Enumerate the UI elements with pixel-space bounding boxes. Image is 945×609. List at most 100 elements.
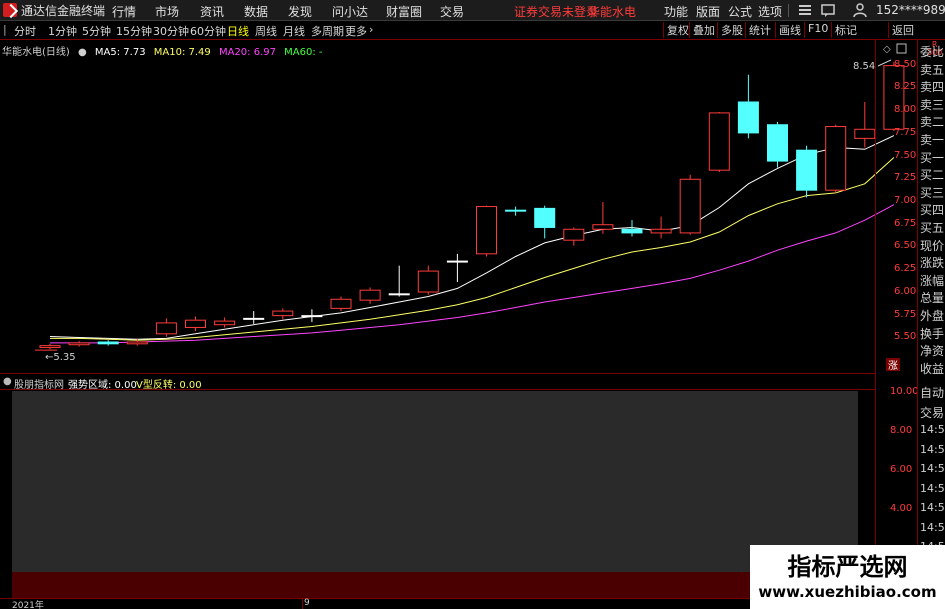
candle-body [708, 112, 730, 171]
period-tab-30min[interactable]: 30分钟 [153, 23, 189, 39]
chevron-right-icon[interactable]: › [369, 23, 373, 36]
candle [214, 317, 236, 328]
period-tab-15min[interactable]: 15分钟 [116, 23, 152, 39]
candle-body [417, 270, 439, 293]
candle-body [446, 260, 468, 263]
candle [446, 253, 468, 282]
side-label[interactable]: 买三 [920, 184, 944, 201]
high-price-label: 8.54 [853, 61, 875, 72]
menu-item-caifuquan[interactable]: 财富圈 [386, 3, 422, 20]
candle [272, 308, 294, 320]
side-label[interactable]: 净资 [920, 342, 944, 359]
date-year-label: 2021年 [12, 601, 44, 609]
side-label[interactable]: 委比 [920, 43, 944, 60]
side-label[interactable]: 卖五 [920, 61, 944, 78]
side-label[interactable]: 外盘 [920, 307, 944, 324]
period-tab-daily[interactable]: 日线 [227, 23, 249, 39]
candle-body [476, 206, 497, 255]
price-axis-label: 8.50 [894, 58, 917, 70]
tool-duogu[interactable]: 多股 [717, 22, 743, 38]
candle [679, 174, 701, 235]
watermark-title: 指标严选网 [787, 553, 908, 581]
price-axis-label: 7.50 [894, 149, 917, 161]
scroll-left-icon[interactable]: | [3, 23, 7, 36]
side-label[interactable]: 涨跌 [920, 254, 944, 271]
side-label[interactable]: 换手 [920, 325, 944, 342]
indicator-toggle-icon[interactable]: ● [3, 376, 12, 387]
menu-item-shichang[interactable]: 市场 [155, 3, 179, 20]
period-tab-multi[interactable]: 多周期 [311, 23, 344, 39]
menu-item-banmian[interactable]: 版面 [696, 3, 720, 20]
indicator-axis-label: 10.00 [890, 386, 919, 397]
indicator-bottom-band [0, 572, 860, 598]
side-label[interactable]: 卖四 [920, 78, 944, 95]
menu-item-hangqing[interactable]: 行情 [112, 3, 136, 20]
candle-body [592, 224, 614, 230]
period-tab-weekly[interactable]: 周线 [255, 23, 277, 39]
tool-huaxian[interactable]: 画线 [775, 22, 801, 38]
candle [737, 74, 759, 139]
candle [68, 341, 90, 347]
user-icon[interactable] [852, 2, 868, 18]
side-label[interactable]: 卖一 [920, 131, 944, 148]
menu-item-gongneng[interactable]: 功能 [664, 3, 688, 20]
side-label[interactable]: 总量 [920, 289, 944, 306]
trade-login-warning[interactable]: 证券交易未登录 [514, 3, 598, 20]
period-tab-monthly[interactable]: 月线 [283, 23, 305, 39]
indicator-axis-label: 6.00 [890, 464, 913, 475]
candlestick-chart[interactable]: 8.54 ←5.35 涨 ◇ [0, 40, 945, 372]
message-icon[interactable] [820, 2, 836, 18]
tool-diejia[interactable]: 叠加 [689, 22, 715, 38]
tool-f10[interactable]: F10 [804, 22, 828, 38]
period-toolbar: | 分时 1分钟 5分钟 15分钟 30分钟 60分钟 日线 周线 月线 多周期… [0, 21, 945, 40]
menu-item-jiaoyi[interactable]: 交易 [440, 3, 464, 20]
price-axis-label: 6.50 [894, 240, 917, 252]
menu-item-shuju[interactable]: 数据 [244, 3, 268, 20]
indicator-axis-label: 8.00 [890, 425, 913, 436]
side-time-label: 14:56 [920, 442, 945, 456]
candle [476, 205, 497, 257]
candle-body [214, 320, 236, 326]
candle-body [621, 228, 643, 234]
candle-body [68, 342, 90, 346]
menu-item-xuanxiang[interactable]: 选项 [758, 3, 782, 20]
menu-item-gongshi[interactable]: 公式 [728, 3, 752, 20]
menu-item-wenxiaoda[interactable]: 问小达 [332, 3, 368, 20]
tool-fuquan[interactable]: 复权 [663, 22, 689, 38]
tool-biaoji[interactable]: 标记 [831, 22, 857, 38]
menu-item-faxian[interactable]: 发现 [288, 3, 312, 20]
price-axis-label: 7.25 [894, 172, 917, 184]
side-label[interactable]: 买五 [920, 219, 944, 236]
account-number[interactable]: 152****9892 [876, 3, 945, 17]
side-label[interactable]: 买二 [920, 166, 944, 183]
indicator-panel[interactable] [12, 391, 858, 572]
ma20-line [50, 204, 895, 344]
side-label[interactable]: 现价 [920, 237, 944, 254]
menu-icon[interactable] [797, 2, 813, 18]
side-auto-trade-label: 交易 [920, 405, 945, 420]
tool-tongji[interactable]: 统计 [745, 22, 771, 38]
side-label[interactable]: 卖三 [920, 96, 944, 113]
menu-item-zixun[interactable]: 资讯 [200, 3, 224, 20]
price-axis-label: 6.75 [894, 217, 917, 229]
side-label[interactable]: 买一 [920, 149, 944, 166]
candle-body [126, 341, 148, 345]
side-label[interactable]: 买四 [920, 201, 944, 218]
candle [650, 216, 672, 239]
side-label[interactable]: 收益 [920, 360, 944, 377]
price-axis-label: 8.00 [894, 104, 917, 116]
side-label[interactable]: 卖二 [920, 113, 944, 130]
period-tab-more[interactable]: 更多 [345, 23, 367, 39]
current-stock-name: 华能水电 [588, 5, 637, 19]
period-tab-fenshi[interactable]: 分时 [14, 23, 36, 39]
period-tab-5min[interactable]: 5分钟 [82, 23, 111, 39]
candle [796, 145, 818, 198]
tool-fanhui[interactable]: 返回 [888, 22, 914, 38]
candle [97, 340, 119, 346]
period-tab-60min[interactable]: 60分钟 [190, 23, 226, 39]
side-label[interactable]: 涨幅 [920, 272, 944, 289]
period-tab-1min[interactable]: 1分钟 [48, 23, 77, 39]
candle-body [388, 293, 410, 296]
price-axis-label: 8.25 [894, 81, 917, 93]
candle [534, 205, 556, 239]
